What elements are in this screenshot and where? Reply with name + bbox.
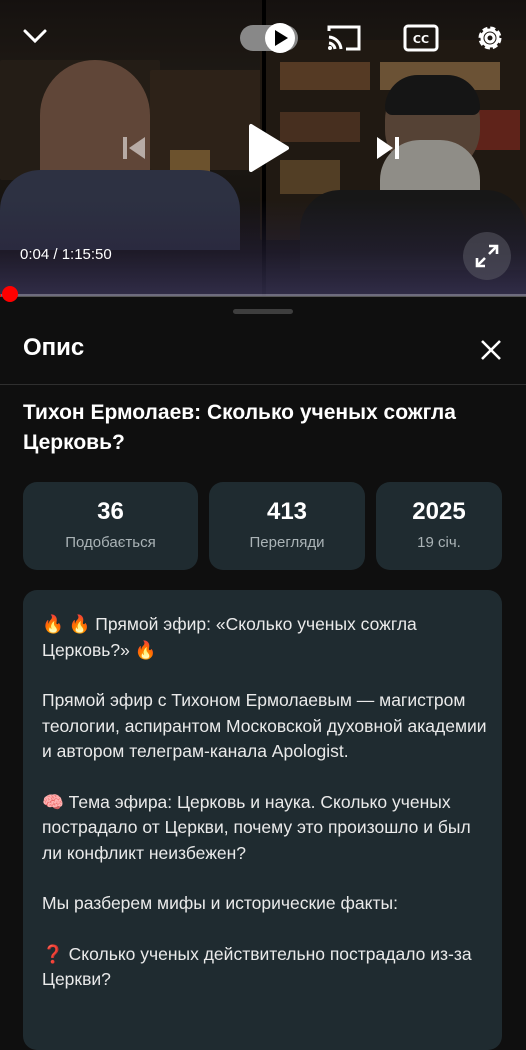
description-paragraph: 🧠 Тема эфира: Церковь и наука. Сколько у… <box>42 790 492 867</box>
progress-bar[interactable] <box>0 294 526 297</box>
description-text: 🔥 🔥 Прямой эфир: «Сколько ученых сожгла … <box>42 612 492 1018</box>
next-icon[interactable] <box>370 128 406 168</box>
likes-stat: 36 Подобається <box>23 482 198 570</box>
autoplay-toggle-icon[interactable] <box>238 20 300 56</box>
description-card[interactable]: 🔥 🔥 Прямой эфир: «Сколько ученых сожгла … <box>23 590 502 1050</box>
fullscreen-icon[interactable] <box>463 232 511 280</box>
previous-icon[interactable] <box>116 128 152 168</box>
captions-icon[interactable]: CC <box>402 22 440 54</box>
publish-year: 2025 <box>376 498 502 526</box>
views-stat: 413 Перегляди <box>209 482 365 570</box>
video-title: Тихон Ермолаев: Сколько ученых сожгла Це… <box>23 398 493 458</box>
progress-scrubber[interactable] <box>2 286 18 302</box>
description-paragraph: Мы разберем мифы и исторические факты: <box>42 891 492 917</box>
close-icon[interactable] <box>474 333 508 367</box>
views-count: 413 <box>209 498 365 526</box>
description-paragraph: ❓ Сколько ученых действительно пострадал… <box>42 942 492 993</box>
cast-icon[interactable] <box>325 22 363 54</box>
svg-text:CC: CC <box>413 33 429 46</box>
drag-handle[interactable] <box>233 309 293 314</box>
video-player[interactable]: CC 0:04 / 1:15:50 <box>0 0 526 296</box>
settings-icon[interactable] <box>472 20 508 56</box>
divider <box>0 384 526 385</box>
publish-date: 19 січ. <box>376 534 502 551</box>
likes-count: 36 <box>23 498 198 526</box>
date-stat: 2025 19 січ. <box>376 482 502 570</box>
time-display: 0:04 / 1:15:50 <box>20 246 112 263</box>
views-label: Перегляди <box>209 534 365 551</box>
likes-label: Подобається <box>23 534 198 551</box>
description-paragraph: 🔥 🔥 Прямой эфир: «Сколько ученых сожгла … <box>42 612 492 663</box>
play-icon[interactable] <box>238 120 294 176</box>
panel-title: Опис <box>23 334 84 362</box>
chevron-down-icon[interactable] <box>18 22 52 50</box>
description-paragraph: Прямой эфир с Тихоном Ермолаевым — магис… <box>42 688 492 765</box>
